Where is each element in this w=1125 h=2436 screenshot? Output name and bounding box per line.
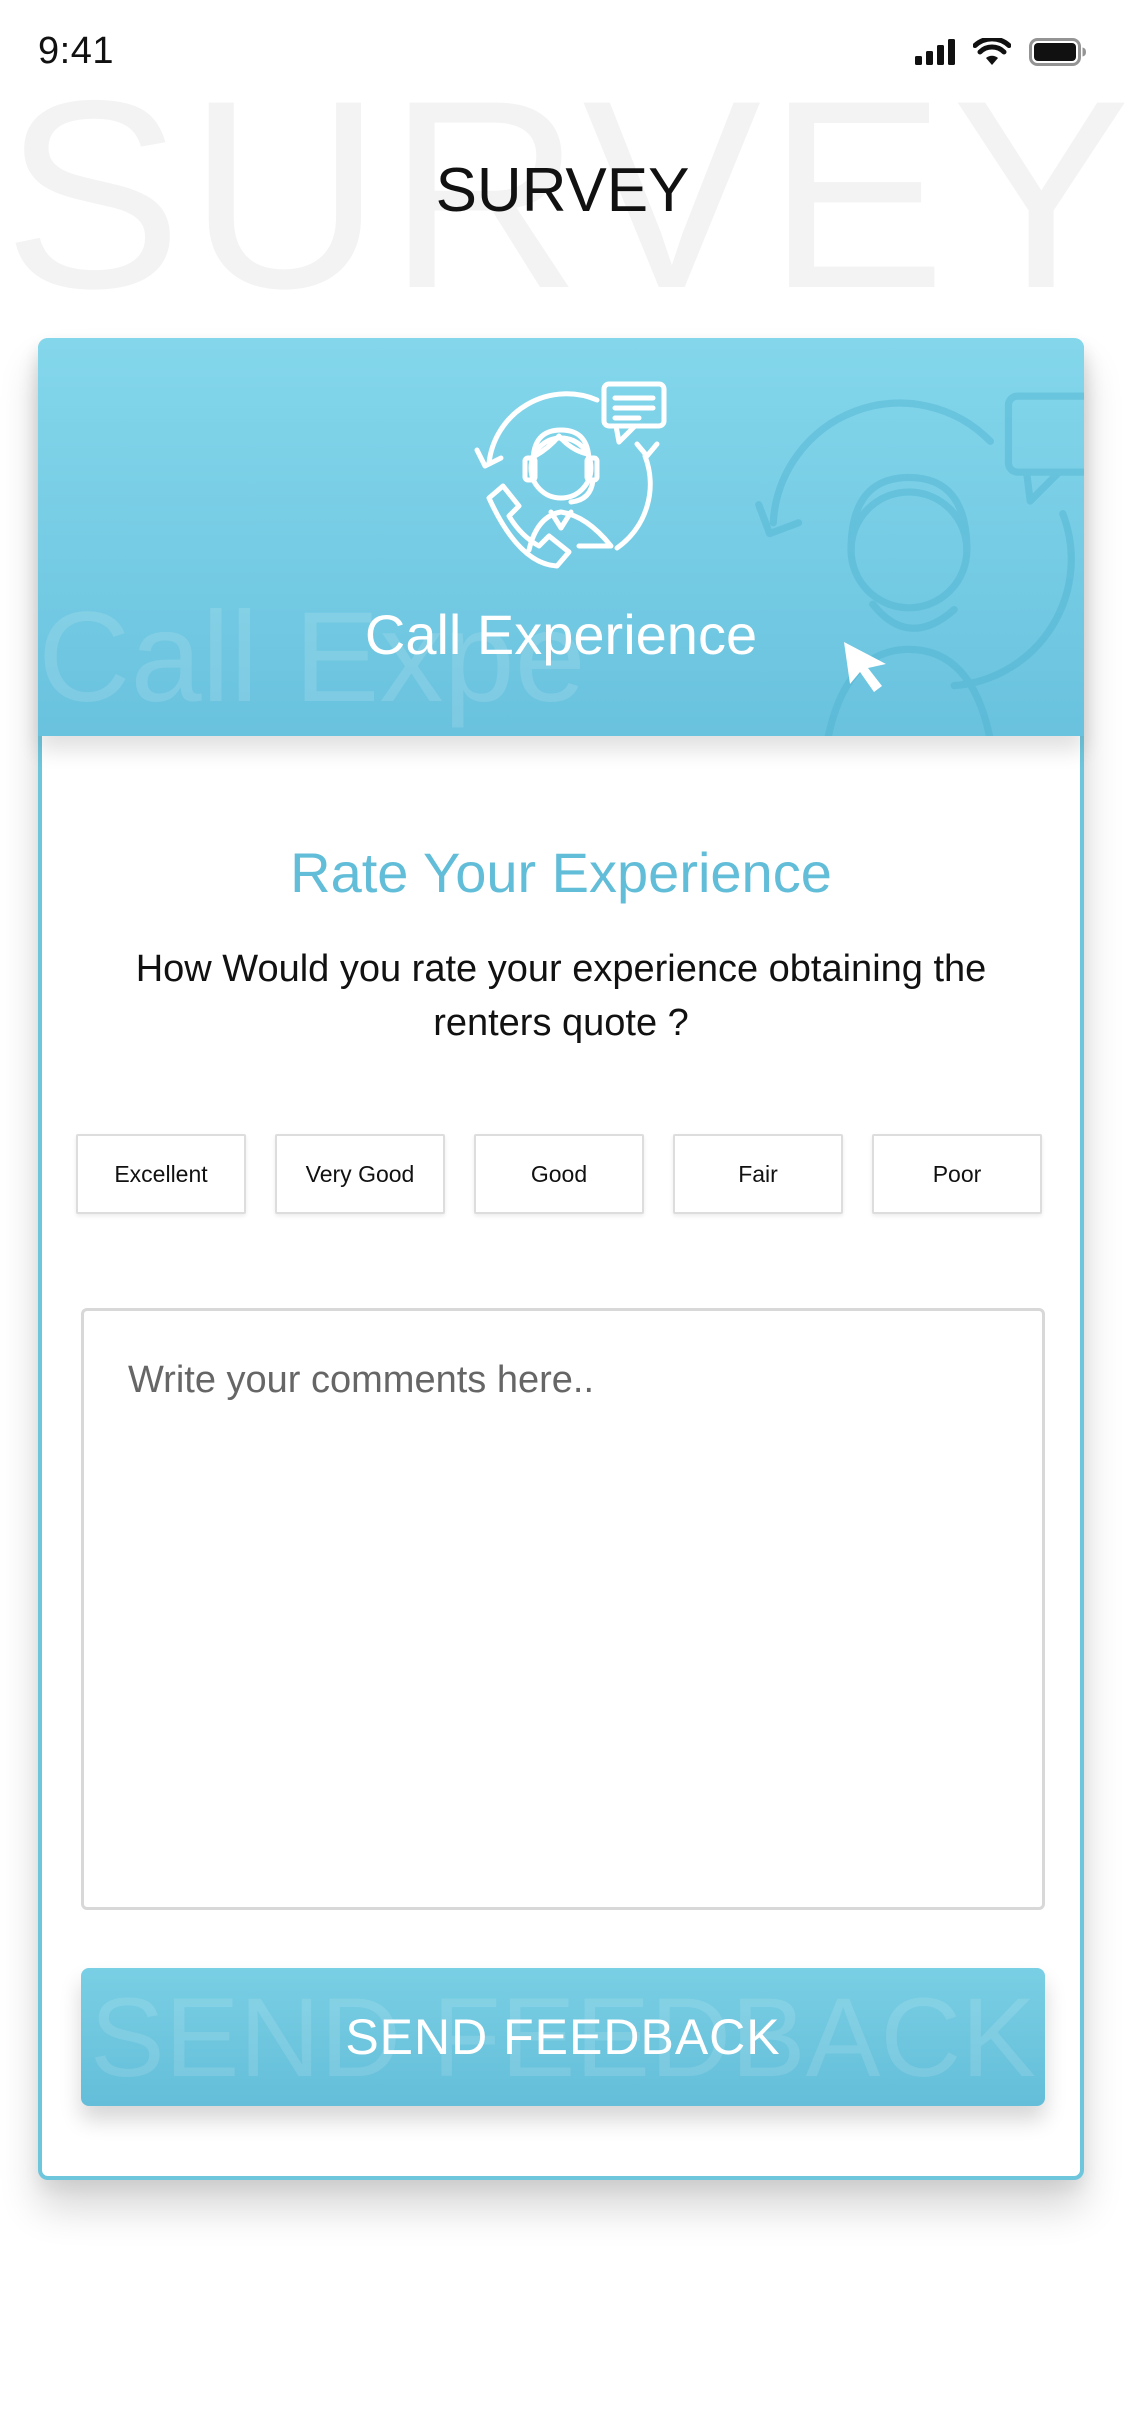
survey-question: How Would you rate your experience obtai… <box>135 948 987 1044</box>
cellular-signal-icon <box>915 39 955 65</box>
rating-option-good[interactable]: Good <box>474 1134 644 1214</box>
call-experience-banner: Call Expe Call Experience <box>38 338 1084 736</box>
survey-card: Call Expe Call Experience Rate Your Expe… <box>38 338 1084 2180</box>
rating-option-fair[interactable]: Fair <box>673 1134 843 1214</box>
rating-option-excellent[interactable]: Excellent <box>76 1134 246 1214</box>
status-bar: 9:41 <box>0 0 1125 110</box>
rate-your-experience-title: Rate Your Experience <box>290 841 832 904</box>
rating-option-poor[interactable]: Poor <box>872 1134 1042 1214</box>
wifi-icon <box>973 38 1011 66</box>
comments-textarea[interactable] <box>81 1308 1045 1910</box>
send-feedback-button[interactable]: SEND FEEDBACK SEND FEEDBACK <box>81 1968 1045 2106</box>
status-time: 9:41 <box>38 30 114 72</box>
send-feedback-label: SEND FEEDBACK <box>345 2009 781 2065</box>
banner-title: Call Experience <box>364 603 758 666</box>
cursor-arrow-icon <box>840 640 892 701</box>
status-icons <box>915 38 1087 66</box>
call-center-agent-watermark-icon <box>718 378 1084 736</box>
page-title: SURVEY <box>435 156 690 225</box>
battery-icon <box>1029 38 1087 66</box>
rating-option-very-good[interactable]: Very Good <box>275 1134 445 1214</box>
call-center-agent-icon <box>459 378 669 593</box>
rating-options: Excellent Very Good Good Fair Poor <box>76 1134 1042 1214</box>
